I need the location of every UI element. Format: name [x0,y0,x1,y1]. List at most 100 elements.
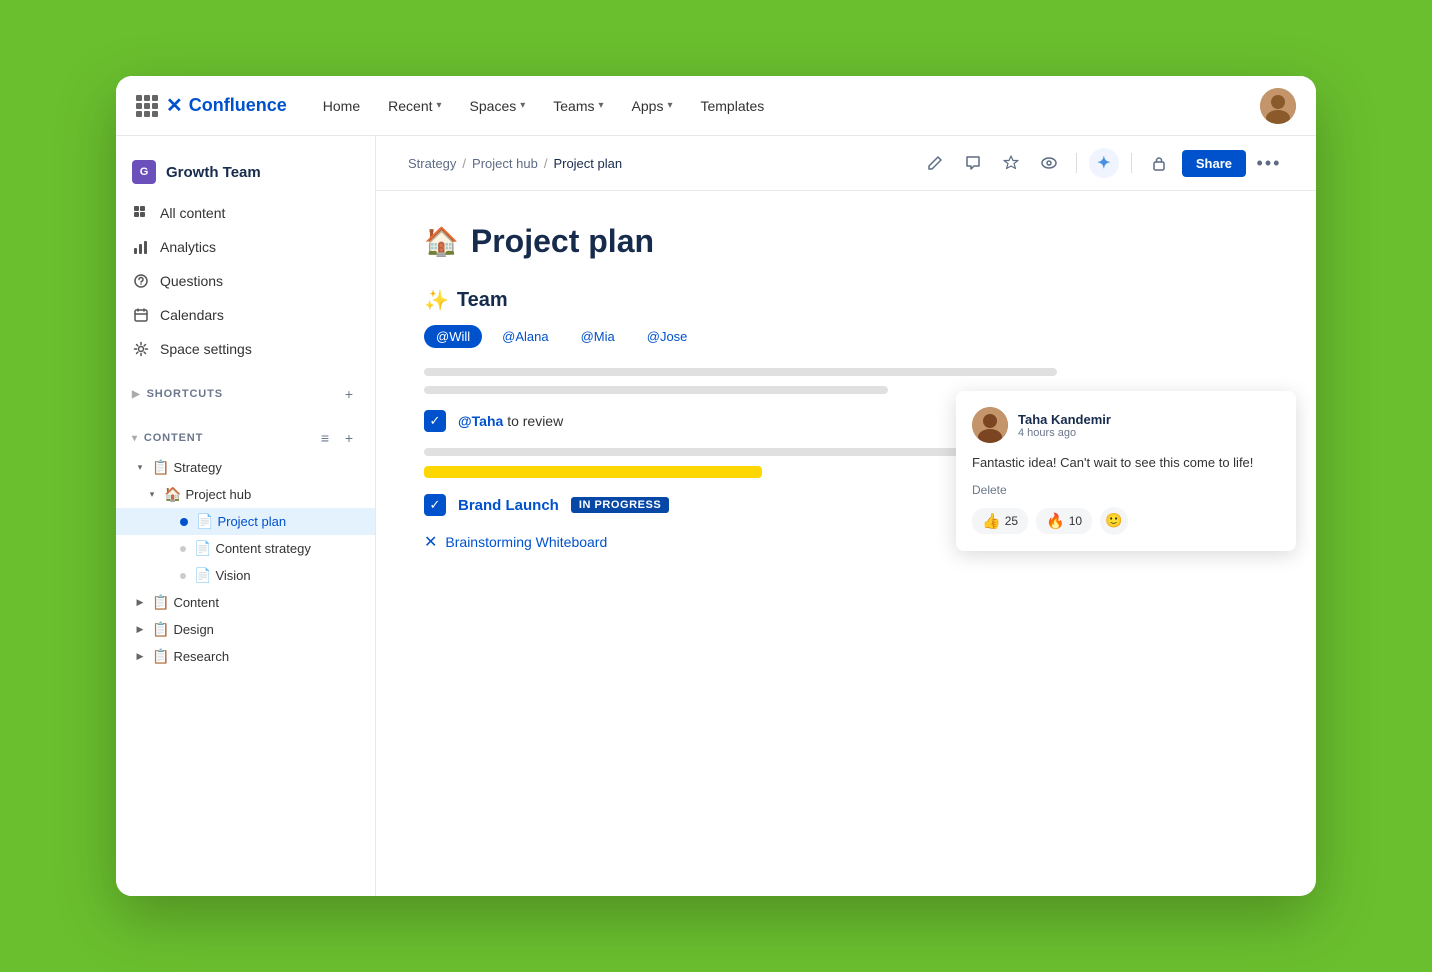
more-button[interactable]: ••• [1254,148,1284,178]
strategy-toggle[interactable]: ▾ [132,460,148,476]
tree-item-vision[interactable]: 📄 Vision [116,562,375,589]
comment-popup: Taha Kandemir 4 hours ago Fantastic idea… [956,391,1296,551]
status-badge: IN PROGRESS [571,497,669,513]
team-heading-label: Team [457,289,508,312]
content-line-3 [424,448,1032,456]
mention-will[interactable]: @Will [424,325,482,348]
add-shortcut-button[interactable]: + [339,384,359,404]
breadcrumb-sep-1: / [462,156,466,171]
nav-teams[interactable]: Teams ▾ [541,92,615,120]
task-mention[interactable]: @Taha [458,413,503,429]
sidebar-item-analytics[interactable]: Analytics [116,230,375,264]
app-window: ✕ Confluence Home Recent ▾ Spaces ▾ Team… [116,76,1316,896]
filter-content-button[interactable]: ≡ [315,428,335,448]
tree-item-research[interactable]: ▶ 📋 Research [116,643,375,670]
space-settings-icon [132,340,150,358]
delete-button[interactable]: Delete [972,483,1280,497]
design-toggle[interactable]: ▶ [132,622,148,638]
add-reaction-button[interactable]: 🙂 [1100,507,1128,535]
nav-home[interactable]: Home [311,92,372,120]
research-toggle[interactable]: ▶ [132,649,148,665]
sidebar-item-space-settings[interactable]: Space settings [116,332,375,366]
tree-item-project-hub[interactable]: ▾ 🏠 Project hub [116,481,375,508]
confluence-x-icon: ✕ [166,93,183,118]
vision-label: Vision [215,568,367,583]
mention-mia[interactable]: @Mia [569,325,627,348]
tree-item-design[interactable]: ▶ 📋 Design [116,616,375,643]
space-title[interactable]: G Growth Team [116,152,375,196]
comment-time: 4 hours ago [1018,427,1280,439]
comment-author-info: Taha Kandemir 4 hours ago [1018,412,1280,439]
analytics-label: Analytics [160,239,216,255]
page-title-text: Project plan [471,223,654,260]
nav-apps[interactable]: Apps ▾ [620,92,685,120]
page-title: 🏠 Project plan [424,223,1268,260]
edit-button[interactable] [920,148,950,178]
nav-templates[interactable]: Templates [688,92,776,120]
content-section: ▾ CONTENT ≡ + ▾ 📋 Strategy ▾ 🏠 [116,422,375,670]
content-header[interactable]: ▾ CONTENT ≡ + [116,422,375,454]
content-actions: ≡ + [315,428,359,448]
reaction-thumbsup[interactable]: 👍 25 [972,508,1028,534]
brand-launch-link[interactable]: Brand Launch [458,497,559,514]
fire-count: 10 [1069,514,1082,528]
shortcuts-header[interactable]: ▶ SHORTCUTS + [116,378,375,410]
content-folder-icon: 📋 [152,594,169,611]
nav-spaces[interactable]: Spaces ▾ [458,92,538,120]
task-checkbox[interactable]: ✓ [424,410,446,432]
space-icon: G [132,160,156,184]
sidebar-item-calendars[interactable]: Calendars [116,298,375,332]
shortcuts-label: ▶ SHORTCUTS [132,388,223,400]
shortcuts-section: ▶ SHORTCUTS + [116,378,375,410]
analytics-icon [132,238,150,256]
research-icon: 📋 [152,648,169,665]
tree-item-content[interactable]: ▶ 📋 Content [116,589,375,616]
content-toggle[interactable]: ▶ [132,595,148,611]
apps-caret: ▾ [667,100,672,111]
watch-button[interactable] [1034,148,1064,178]
nav-recent[interactable]: Recent ▾ [376,92,453,120]
comment-button[interactable] [958,148,988,178]
confluence-logo[interactable]: ✕ Confluence [166,93,287,118]
tree-item-content-strategy[interactable]: 📄 Content strategy [116,535,375,562]
share-button[interactable]: Share [1182,150,1246,177]
content-strategy-icon: 📄 [194,540,211,557]
questions-label: Questions [160,273,223,289]
add-content-button[interactable]: + [339,428,359,448]
sidebar-item-all-content[interactable]: All content [116,196,375,230]
mention-jose[interactable]: @Jose [635,325,700,348]
project-hub-toggle[interactable]: ▾ [144,487,160,503]
team-heading-icon: ✨ [424,288,449,313]
breadcrumb-strategy[interactable]: Strategy [408,156,456,171]
sidebar-item-questions[interactable]: Questions [116,264,375,298]
lock-button[interactable] [1144,148,1174,178]
breadcrumb-sep-2: / [544,156,548,171]
reaction-fire[interactable]: 🔥 10 [1036,508,1092,534]
fire-emoji: 🔥 [1046,512,1065,530]
breadcrumb-project-plan: Project plan [553,156,622,171]
mention-alana[interactable]: @Alana [490,325,560,348]
design-label: Design [173,622,367,637]
ai-button[interactable]: ✦ [1089,148,1119,178]
dot-icon [180,573,186,579]
comment-reactions: 👍 25 🔥 10 🙂 [972,507,1280,535]
comment-header: Taha Kandemir 4 hours ago [972,407,1280,443]
thumbsup-emoji: 👍 [982,512,1001,530]
logo-area[interactable]: ✕ Confluence [136,93,287,118]
status-checkbox[interactable]: ✓ [424,494,446,516]
task-label: to review [507,413,563,429]
tree-item-project-plan[interactable]: 📄 Project plan [116,508,375,535]
comment-avatar-img [972,407,1008,443]
star-button[interactable] [996,148,1026,178]
task-text: @Taha to review [458,413,563,429]
grid-icon[interactable] [136,95,158,117]
breadcrumb-project-hub[interactable]: Project hub [472,156,538,171]
comment-body: Fantastic idea! Can't wait to see this c… [972,453,1280,473]
sidebar: G Growth Team All content [116,136,376,896]
project-plan-icon: 📄 [196,513,213,530]
team-mentions: @Will @Alana @Mia @Jose [424,325,1268,348]
tree-item-strategy[interactable]: ▾ 📋 Strategy [116,454,375,481]
avatar[interactable] [1260,88,1296,124]
main-layout: G Growth Team All content [116,136,1316,896]
content-area: Strategy / Project hub / Project plan [376,136,1316,896]
